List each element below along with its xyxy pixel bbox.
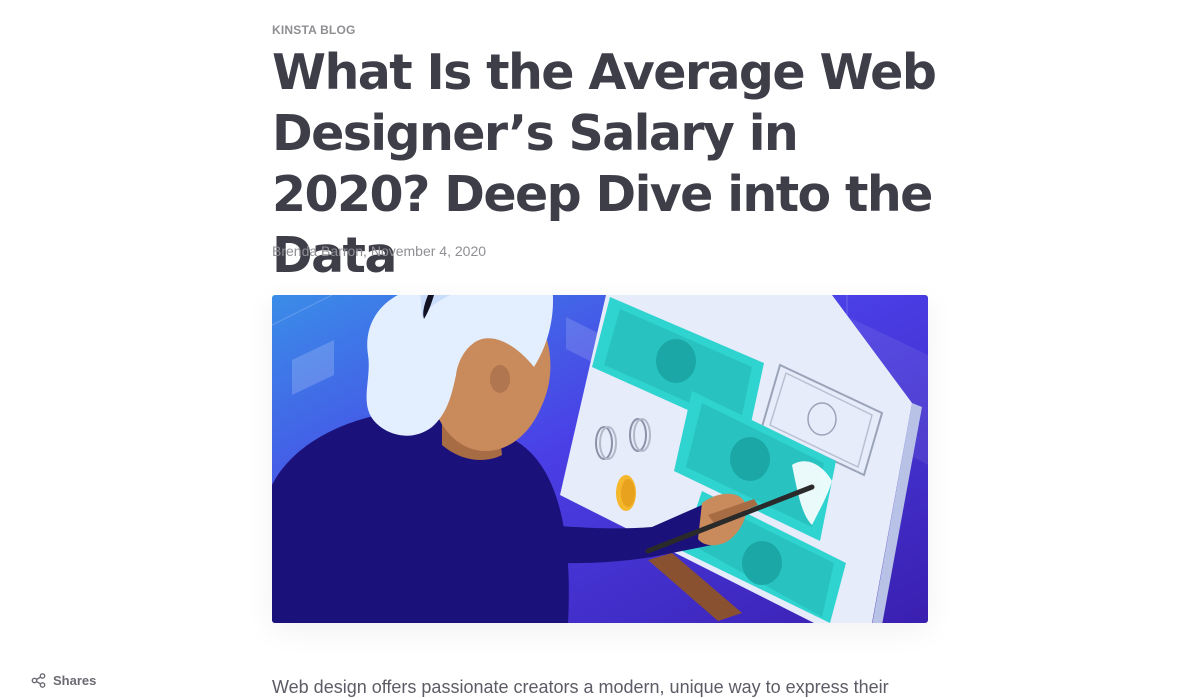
share-icon (31, 673, 46, 688)
blog-category-link[interactable]: KINSTA BLOG (272, 23, 356, 37)
hero-image (272, 295, 928, 623)
share-widget[interactable]: Shares (31, 673, 96, 688)
hero-illustration-icon (272, 295, 928, 623)
byline: Brenda Barron, November 4, 2020 (272, 243, 487, 259)
article-lead-text: Web design offers passionate creators a … (272, 677, 889, 697)
share-label: Shares (53, 673, 97, 688)
